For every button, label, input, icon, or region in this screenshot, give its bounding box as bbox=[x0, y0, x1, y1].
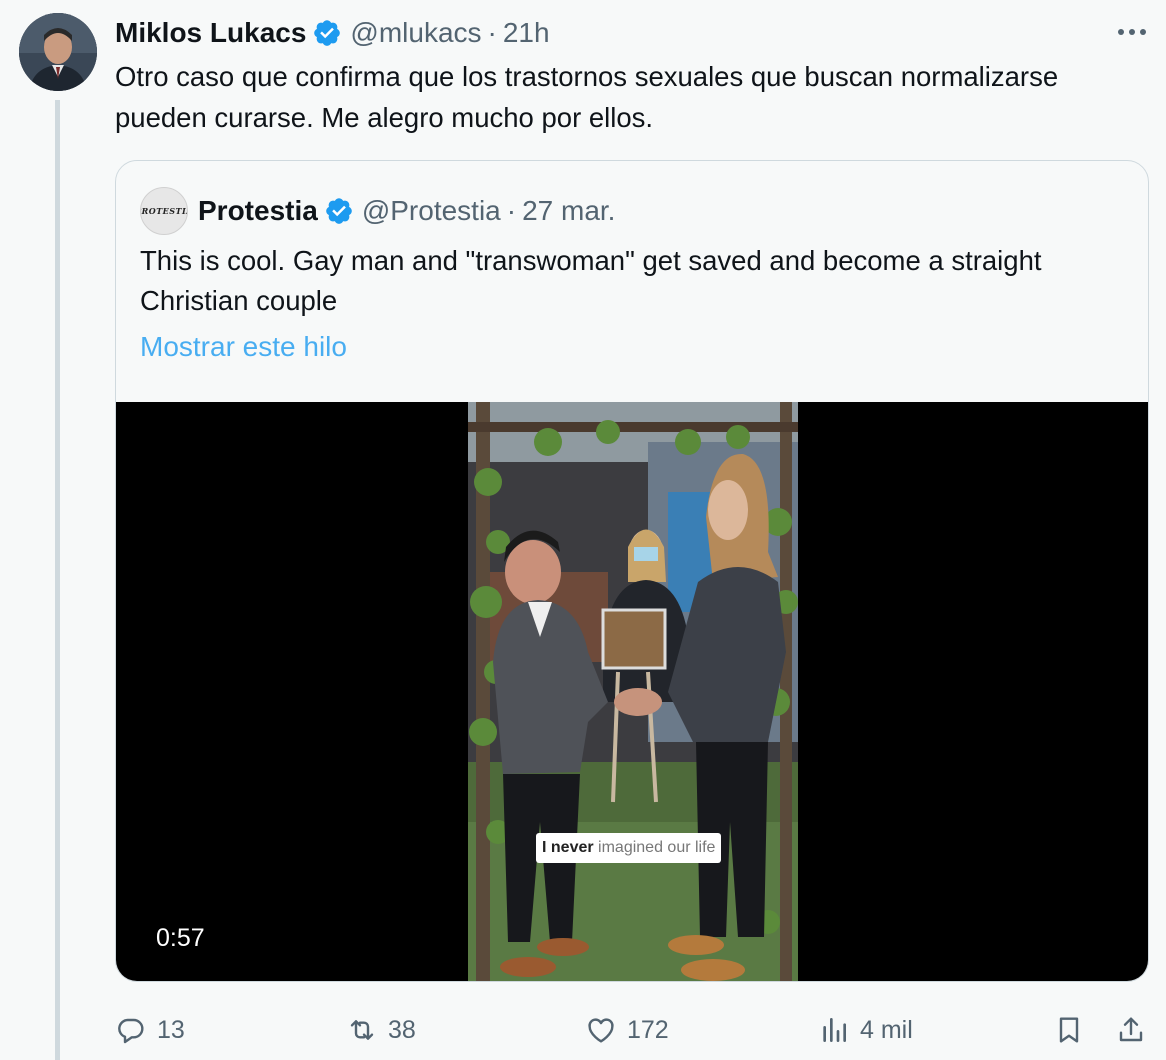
video-player[interactable]: I never imagined our life 0:57 bbox=[116, 402, 1148, 981]
quoted-author-avatar[interactable]: PROTESTIA bbox=[140, 187, 188, 235]
like-count: 172 bbox=[627, 1015, 669, 1044]
quoted-tweet[interactable]: PROTESTIA Protestia @Protestia · 27 mar.… bbox=[115, 160, 1149, 982]
bookmark-icon bbox=[1059, 1017, 1079, 1043]
thread-line bbox=[55, 100, 60, 1060]
quoted-tweet-header: PROTESTIA Protestia @Protestia · 27 mar. bbox=[140, 185, 615, 237]
reply-button[interactable]: 13 bbox=[115, 1008, 185, 1052]
video-caption-bold: I never bbox=[542, 839, 594, 856]
share-icon bbox=[1119, 1017, 1143, 1042]
author-name[interactable]: Miklos Lukacs bbox=[115, 17, 306, 49]
verified-badge-icon bbox=[326, 198, 352, 224]
reply-count: 13 bbox=[157, 1015, 185, 1044]
separator-dot: · bbox=[487, 17, 497, 48]
retweet-icon bbox=[350, 1020, 374, 1040]
video-frame: I never imagined our life bbox=[468, 402, 798, 981]
show-thread-link[interactable]: Mostrar este hilo bbox=[140, 331, 347, 363]
verified-badge-icon bbox=[314, 20, 341, 46]
reply-icon bbox=[118, 1018, 144, 1044]
separator-dot: · bbox=[506, 195, 517, 226]
share-button[interactable] bbox=[1115, 1008, 1147, 1052]
video-duration: 0:57 bbox=[156, 924, 205, 952]
views-count: 4 mil bbox=[860, 1015, 913, 1044]
video-still-image bbox=[468, 402, 798, 981]
quoted-tweet-text: This is cool. Gay man and "transwoman" g… bbox=[140, 245, 1042, 316]
tweet-time[interactable]: 21h bbox=[503, 17, 550, 49]
quoted-author-name[interactable]: Protestia bbox=[198, 195, 318, 227]
more-options-icon[interactable] bbox=[1112, 14, 1152, 50]
retweet-button[interactable]: 38 bbox=[346, 1008, 416, 1052]
retweet-count: 38 bbox=[388, 1015, 416, 1044]
video-caption-rest: imagined our life bbox=[598, 839, 716, 856]
author-handle[interactable]: @mlukacs bbox=[350, 17, 481, 49]
views-button[interactable]: 4 mil bbox=[818, 1008, 913, 1052]
quoted-avatar-logo: PROTESTIA bbox=[141, 206, 187, 216]
like-button[interactable]: 172 bbox=[585, 1008, 669, 1052]
heart-icon bbox=[588, 1018, 614, 1043]
tweet-header: Miklos Lukacs @mlukacs · 21h bbox=[115, 16, 550, 50]
quoted-tweet-date[interactable]: 27 mar. bbox=[522, 195, 615, 227]
video-caption: I never imagined our life bbox=[536, 833, 722, 863]
bookmark-button[interactable] bbox=[1053, 1008, 1085, 1052]
tweet-actions-bar: 13 38 172 4 mil bbox=[115, 1008, 1155, 1052]
author-avatar[interactable] bbox=[19, 13, 97, 91]
quoted-author-handle[interactable]: @Protestia bbox=[362, 195, 501, 227]
tweet-text: Otro caso que confirma que los trastorno… bbox=[115, 61, 1059, 133]
views-icon bbox=[823, 1018, 846, 1042]
